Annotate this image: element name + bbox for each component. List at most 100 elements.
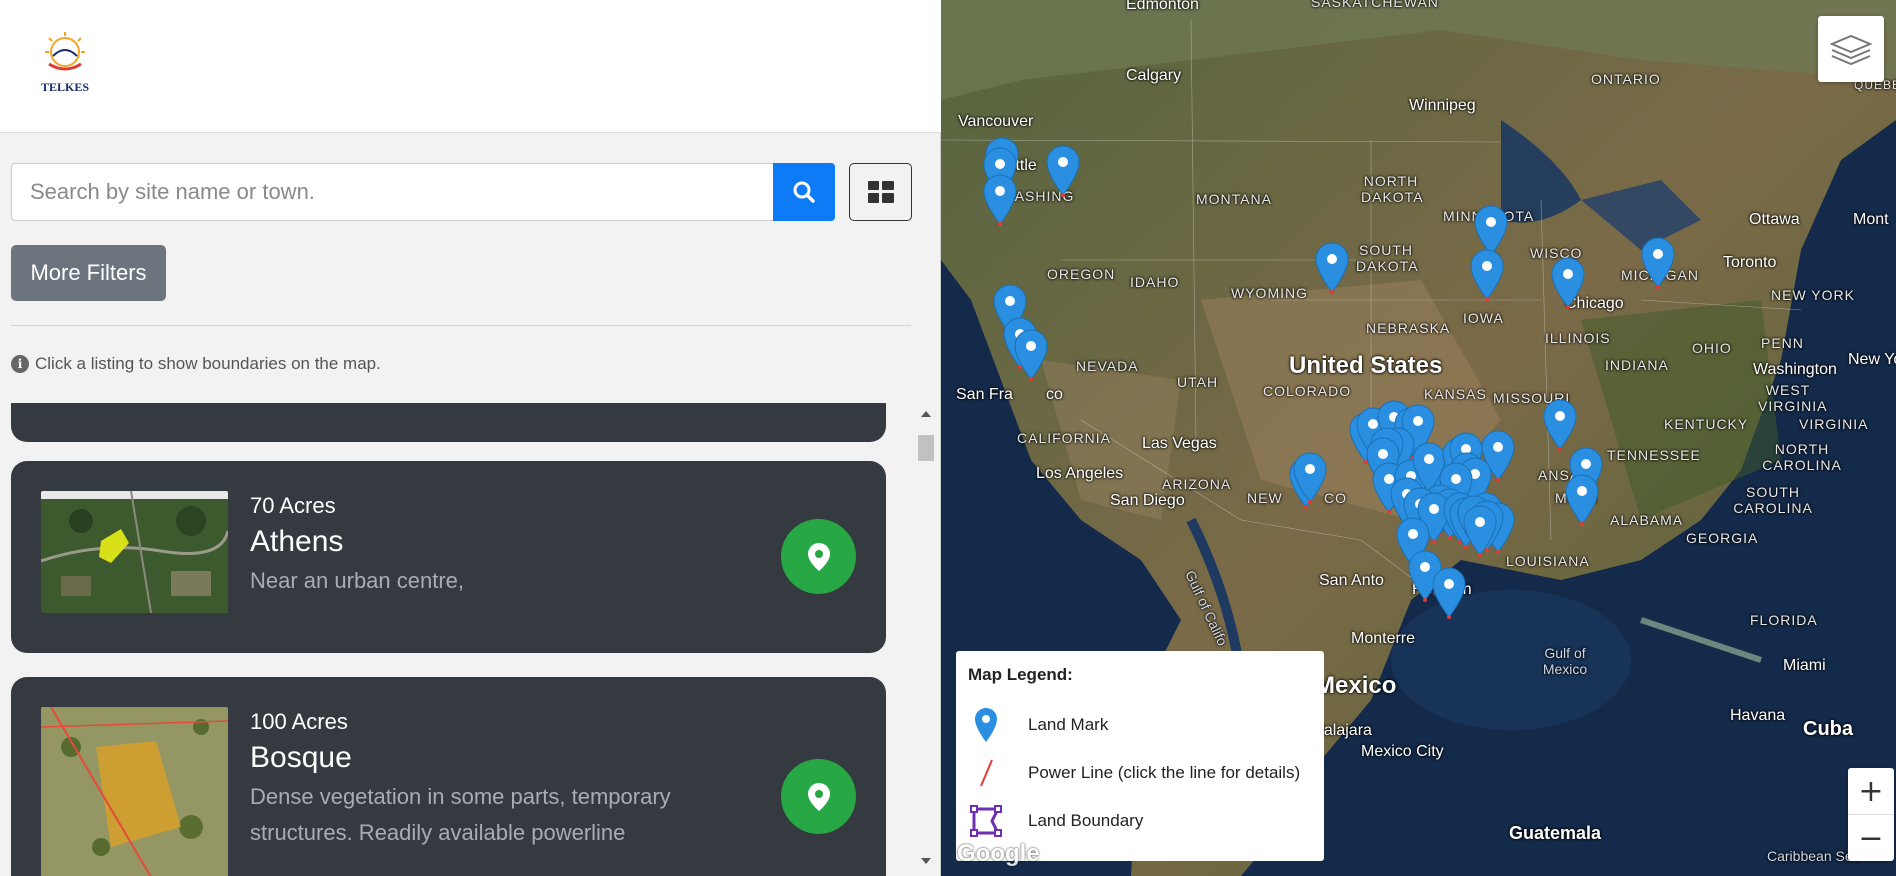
listing-card[interactable]: 100 Acres Bosque Dense vegetation in som… — [11, 677, 886, 876]
map-label: LOUISIANA — [1506, 553, 1590, 569]
map-pin-icon — [807, 542, 830, 571]
listing-acres: 70 Acres — [250, 493, 336, 518]
land-marker-icon[interactable] — [1551, 257, 1585, 309]
hint-text: Click a listing to show boundaries on th… — [35, 354, 381, 373]
logo-text: TELKES — [40, 80, 90, 94]
map-label: SOUTH DAKOTA — [1356, 242, 1419, 274]
listing-description: Dense vegetation in some parts, temporar… — [250, 784, 671, 845]
map-label: ALABAMA — [1610, 512, 1684, 528]
legend-item-label: Land Boundary — [1028, 811, 1144, 830]
sun-logo-icon — [45, 32, 85, 71]
land-marker-icon[interactable] — [1046, 145, 1080, 197]
more-filters-button[interactable]: More Filters — [11, 245, 166, 301]
map-label: TENNESSEE — [1607, 447, 1701, 463]
grid-icon — [867, 181, 894, 203]
power-line-icon — [968, 753, 1004, 793]
map-label: UTAH — [1177, 374, 1219, 390]
map-hint: i Click a listing to show boundaries on … — [11, 354, 381, 374]
listing-description: Near an urban centre, — [250, 568, 465, 593]
search-button[interactable] — [773, 163, 835, 221]
map-view[interactable]: Edmonton SASKATCHEWAN Calgary Vancouver … — [941, 0, 1896, 876]
map-label: CALIFORNIA — [1017, 430, 1112, 446]
map-layers-button[interactable] — [1818, 16, 1884, 82]
land-marker-icon[interactable] — [1641, 237, 1675, 289]
map-label: New York — [1848, 351, 1896, 368]
map-marker-icon — [968, 705, 1004, 745]
listing-name: Bosque — [250, 741, 352, 774]
google-logo: Google — [957, 840, 1040, 867]
map-label: KANSAS — [1424, 386, 1487, 402]
legend-item-label: Land Mark — [1028, 715, 1109, 734]
scrollbar-thumb[interactable] — [918, 435, 934, 461]
telkes-logo[interactable]: TELKES — [36, 30, 94, 98]
legend-item: Land Boundary — [968, 801, 1143, 841]
map-label: IOWA — [1463, 310, 1504, 326]
map-label: WYOMING — [1231, 285, 1308, 301]
map-label: SASKATCHEWAN — [1311, 0, 1439, 10]
zoom-in-button[interactable]: + — [1848, 768, 1894, 814]
map-label: San Diego — [1110, 492, 1185, 509]
map-label: Guatemala — [1509, 823, 1602, 843]
map-label: NEVADA — [1076, 358, 1139, 374]
map-label: SOUTH CAROLINA — [1733, 484, 1813, 516]
land-marker-icon[interactable] — [1432, 567, 1466, 619]
land-marker-icon[interactable] — [1565, 474, 1599, 526]
map-label: KENTUCKY — [1664, 416, 1749, 432]
map-label: Washington — [1753, 361, 1837, 378]
listing-thumbnail — [41, 707, 228, 876]
map-label: Los Angeles — [1036, 465, 1124, 482]
listing-card[interactable]: 70 Acres Athens Near an urban centre, — [11, 461, 886, 653]
map-pin-icon — [807, 782, 830, 811]
map-label: Edmonton — [1126, 0, 1199, 13]
map-label: ILLINOIS — [1545, 330, 1611, 346]
map-legend: Map Legend: Land Mark Power Line (click … — [956, 651, 1324, 861]
map-label: MONTANA — [1196, 191, 1272, 207]
land-marker-icon[interactable] — [1470, 249, 1504, 301]
map-label: Las Vegas — [1142, 435, 1217, 452]
map-label: COLORADO — [1263, 383, 1352, 399]
scroll-up-arrow-icon[interactable] — [921, 411, 931, 417]
land-marker-icon[interactable] — [1463, 505, 1497, 557]
divider — [11, 325, 911, 326]
map-label: ONTARIO — [1591, 71, 1661, 87]
map-label: Mexico — [1315, 672, 1397, 699]
map-label: Winnipeg — [1409, 97, 1476, 114]
show-on-map-button[interactable] — [781, 519, 856, 594]
map-label: NEBRASKA — [1366, 320, 1451, 336]
listing-acres: 100 Acres — [250, 709, 348, 734]
legend-item: Power Line (click the line for details) — [968, 753, 1300, 793]
map-label: INDIANA — [1605, 357, 1669, 373]
map-label: ARIZONA — [1162, 476, 1232, 492]
map-label: CO — [1324, 490, 1347, 506]
listing-thumbnail — [41, 491, 228, 613]
land-marker-icon[interactable] — [1543, 399, 1577, 451]
map-label: WEST VIRGINIA — [1758, 382, 1828, 414]
map-label: Toronto — [1723, 254, 1777, 271]
grid-view-button[interactable] — [849, 163, 912, 221]
land-marker-icon[interactable] — [983, 174, 1017, 226]
listing-name: Athens — [250, 525, 344, 558]
header-bar: TELKES — [0, 0, 941, 133]
search-input[interactable] — [11, 163, 774, 221]
land-marker-icon[interactable] — [1293, 452, 1327, 504]
map-label: PENN — [1761, 335, 1804, 351]
map-label: FLORIDA — [1750, 612, 1818, 628]
list-scrollbar[interactable] — [916, 403, 936, 876]
map-label: Miami — [1783, 657, 1826, 674]
map-label: NEW — [1247, 490, 1283, 506]
show-on-map-button[interactable] — [781, 759, 856, 834]
map-label: NORTH DAKOTA — [1361, 173, 1424, 205]
scroll-down-arrow-icon[interactable] — [921, 858, 931, 864]
listing-list: 70 Acres Athens Near an urban centre, 10… — [11, 403, 886, 876]
listing-card-partial[interactable] — [11, 403, 886, 442]
map-label: IDAHO — [1130, 274, 1180, 290]
map-label: VIRGINIA — [1799, 416, 1869, 432]
land-marker-icon[interactable] — [1014, 329, 1048, 381]
map-label: NORTH CAROLINA — [1762, 441, 1842, 473]
map-label: Havana — [1730, 707, 1786, 724]
map-label: Caribbean Sea — [1767, 848, 1861, 864]
info-icon: i — [11, 355, 29, 373]
zoom-out-button[interactable]: − — [1848, 815, 1894, 861]
land-marker-icon[interactable] — [1315, 242, 1349, 294]
map-label: NEW YORK — [1771, 287, 1855, 303]
